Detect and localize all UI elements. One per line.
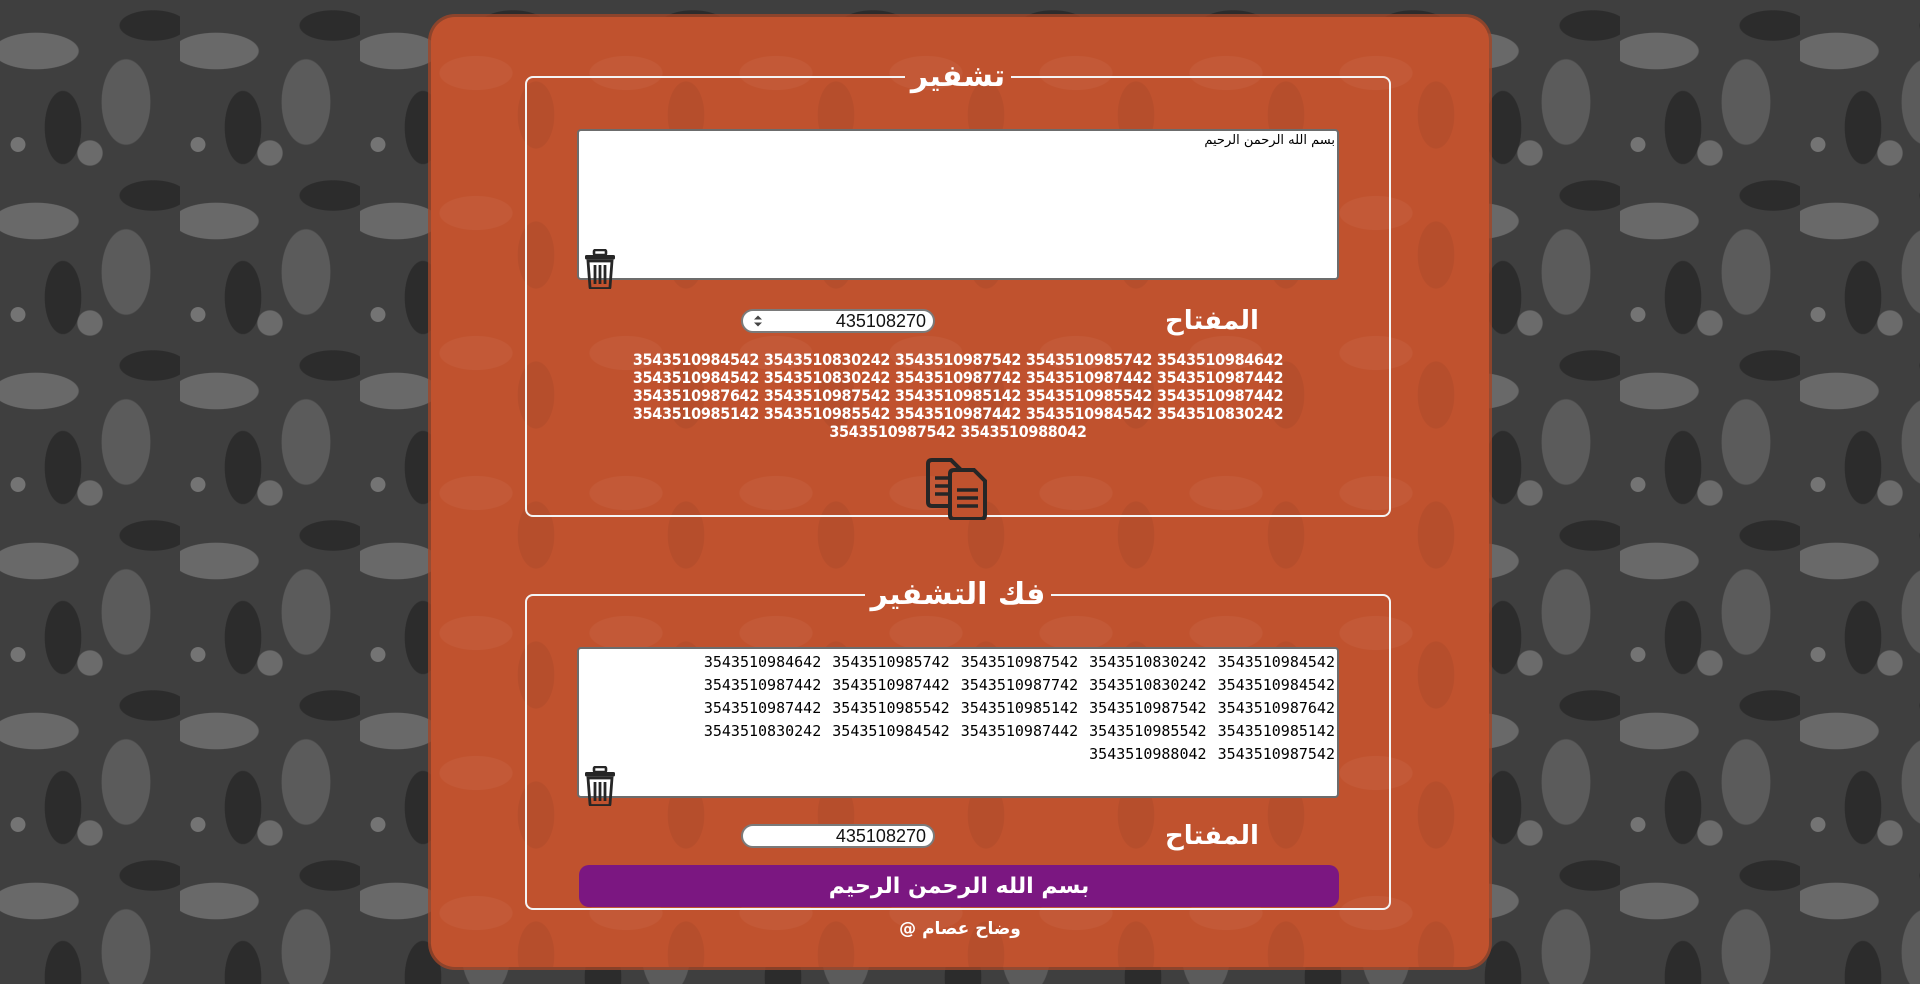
decrypt-key-value: 435108270 (835, 826, 926, 846)
copy-icon[interactable] (925, 458, 991, 521)
encrypt-title: تشفير (910, 59, 1006, 94)
decrypt-key-label: المفتاح (1165, 821, 1259, 851)
encrypt-key-label: المفتاح (1165, 306, 1259, 336)
decrypt-section: فك التشفير 3543510984542 3543510830242 3… (525, 576, 1391, 910)
trash-icon[interactable] (584, 248, 616, 290)
encrypt-key-value: 435108270 (835, 311, 926, 331)
footer-credit: @ وضاح عصام (899, 919, 1021, 939)
encrypt-section: تشفير بسم الله الرحمن الرحيم المفتاح 435… (525, 58, 1391, 521)
main-panel: تشفير بسم الله الرحمن الرحيم المفتاح 435… (431, 17, 1489, 967)
ciphertext-input[interactable]: 3543510984542 3543510830242 354351098754… (577, 647, 1339, 798)
decrypt-title: فك التشفير (870, 577, 1046, 612)
trash-icon[interactable] (584, 765, 616, 807)
encrypt-key-input[interactable]: 435108270 (741, 309, 935, 333)
decrypt-result-button[interactable]: بسم الله الرحمن الرحيم (579, 865, 1339, 907)
decrypt-key-input[interactable]: 435108270 (741, 824, 935, 848)
spinner-icon[interactable] (752, 314, 764, 328)
plaintext-input[interactable]: بسم الله الرحمن الرحيم (577, 129, 1339, 280)
ciphertext-output: 3543510984542 3543510830242 354351098754… (632, 350, 1284, 441)
